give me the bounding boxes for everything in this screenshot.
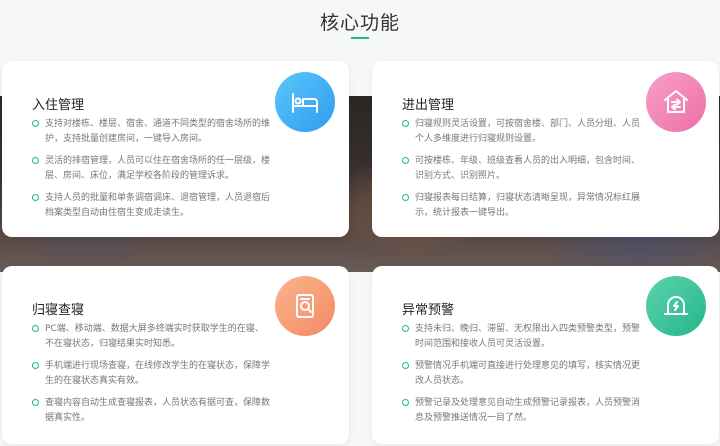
list-item: 灵活的排宿管理，人员可以住在宿舍场所的任一层级，楼层、房间、床位，满足学校各阶段… bbox=[32, 154, 272, 184]
feature-list: 支持对楼栋、楼层、宿舍、通道不同类型的宿舍场所的维护，支持批量创建房间，一键导入… bbox=[32, 117, 272, 228]
bullet-icon bbox=[32, 325, 39, 332]
card-abnormal-alert: 异常预警 支持未归、晚归、滞留、无权限出入四类预警类型，预警时间范围和接收人员可… bbox=[372, 266, 719, 444]
list-item: 归寝规则灵活设置，可按宿舍楼、部门、人员分组、人员个人多维度进行归寝规则设置。 bbox=[402, 117, 642, 147]
feature-list: PC端、移动端、数据大屏多终端实时获取学生的在寝、不在寝状态，归寝结果实时知悉。… bbox=[32, 322, 272, 433]
list-item: 预警情况手机端可直接进行处理意见的填写，核实情况更改人员状态。 bbox=[402, 359, 642, 389]
alarm-icon bbox=[646, 276, 706, 336]
feature-list: 支持未归、晚归、滞留、无权限出入四类预警类型，预警时间范围和接收人员可灵活设置。… bbox=[402, 322, 642, 433]
list-item: 支持对楼栋、楼层、宿舍、通道不同类型的宿舍场所的维护，支持批量创建房间，一键导入… bbox=[32, 117, 272, 147]
building-in-out-icon bbox=[646, 72, 706, 132]
list-item: PC端、移动端、数据大屏多终端实时获取学生的在寝、不在寝状态，归寝结果实时知悉。 bbox=[32, 322, 272, 352]
feature-list: 归寝规则灵活设置，可按宿舍楼、部门、人员分组、人员个人多维度进行归寝规则设置。 … bbox=[402, 117, 642, 228]
card-access-management: 进出管理 归寝规则灵活设置，可按宿舍楼、部门、人员分组、人员个人多维度进行归寝规… bbox=[372, 61, 719, 237]
bullet-icon bbox=[32, 194, 39, 201]
list-item: 查寝内容自动生成查寝报表，人员状态有据可查，保障数据真实性。 bbox=[32, 396, 272, 426]
list-item: 支持未归、晚归、滞留、无权限出入四类预警类型，预警时间范围和接收人员可灵活设置。 bbox=[402, 322, 642, 352]
card-title: 异常预警 bbox=[402, 303, 455, 318]
bullet-icon bbox=[402, 325, 409, 332]
bullet-icon bbox=[32, 399, 39, 406]
list-item: 可按楼栋、年级、班级查看人员的出入明细，包含时间、识别方式、识别照片。 bbox=[402, 154, 642, 184]
card-dorm-check: 归寝查寝 PC端、移动端、数据大屏多终端实时获取学生的在寝、不在寝状态，归寝结果… bbox=[2, 266, 349, 444]
card-title: 归寝查寝 bbox=[32, 303, 85, 318]
card-checkin-management: 入住管理 支持对楼栋、楼层、宿舍、通道不同类型的宿舍场所的维护，支持批量创建房间… bbox=[2, 61, 349, 237]
bullet-icon bbox=[32, 362, 39, 369]
bullet-icon bbox=[402, 157, 409, 164]
list-item: 归寝报表每日结算，归寝状态清晰呈现，异常情况标红展示，统计报表一键导出。 bbox=[402, 191, 642, 221]
list-item: 手机端进行现场查寝，在线修改学生的在寝状态，保障学生的在寝状态真实有效。 bbox=[32, 359, 272, 389]
bullet-icon bbox=[32, 120, 39, 127]
bed-icon bbox=[275, 72, 335, 132]
bullet-icon bbox=[32, 157, 39, 164]
list-item: 支持人员的批量和单条调宿调床、退宿管理，人员退宿后档案类型自动由住宿生变成走读生… bbox=[32, 191, 272, 221]
title-underline bbox=[351, 37, 369, 39]
bullet-icon bbox=[402, 120, 409, 127]
list-item: 预警记录及处理意见自动生成预警记录报表，人员预警消息及预警推送情况一目了然。 bbox=[402, 396, 642, 426]
bullet-icon bbox=[402, 399, 409, 406]
card-title: 进出管理 bbox=[402, 98, 455, 113]
bullet-icon bbox=[402, 194, 409, 201]
card-title: 入住管理 bbox=[32, 98, 85, 113]
bullet-icon bbox=[402, 362, 409, 369]
section-title: 核心功能 bbox=[319, 12, 400, 34]
dorm-check-icon bbox=[275, 276, 335, 336]
